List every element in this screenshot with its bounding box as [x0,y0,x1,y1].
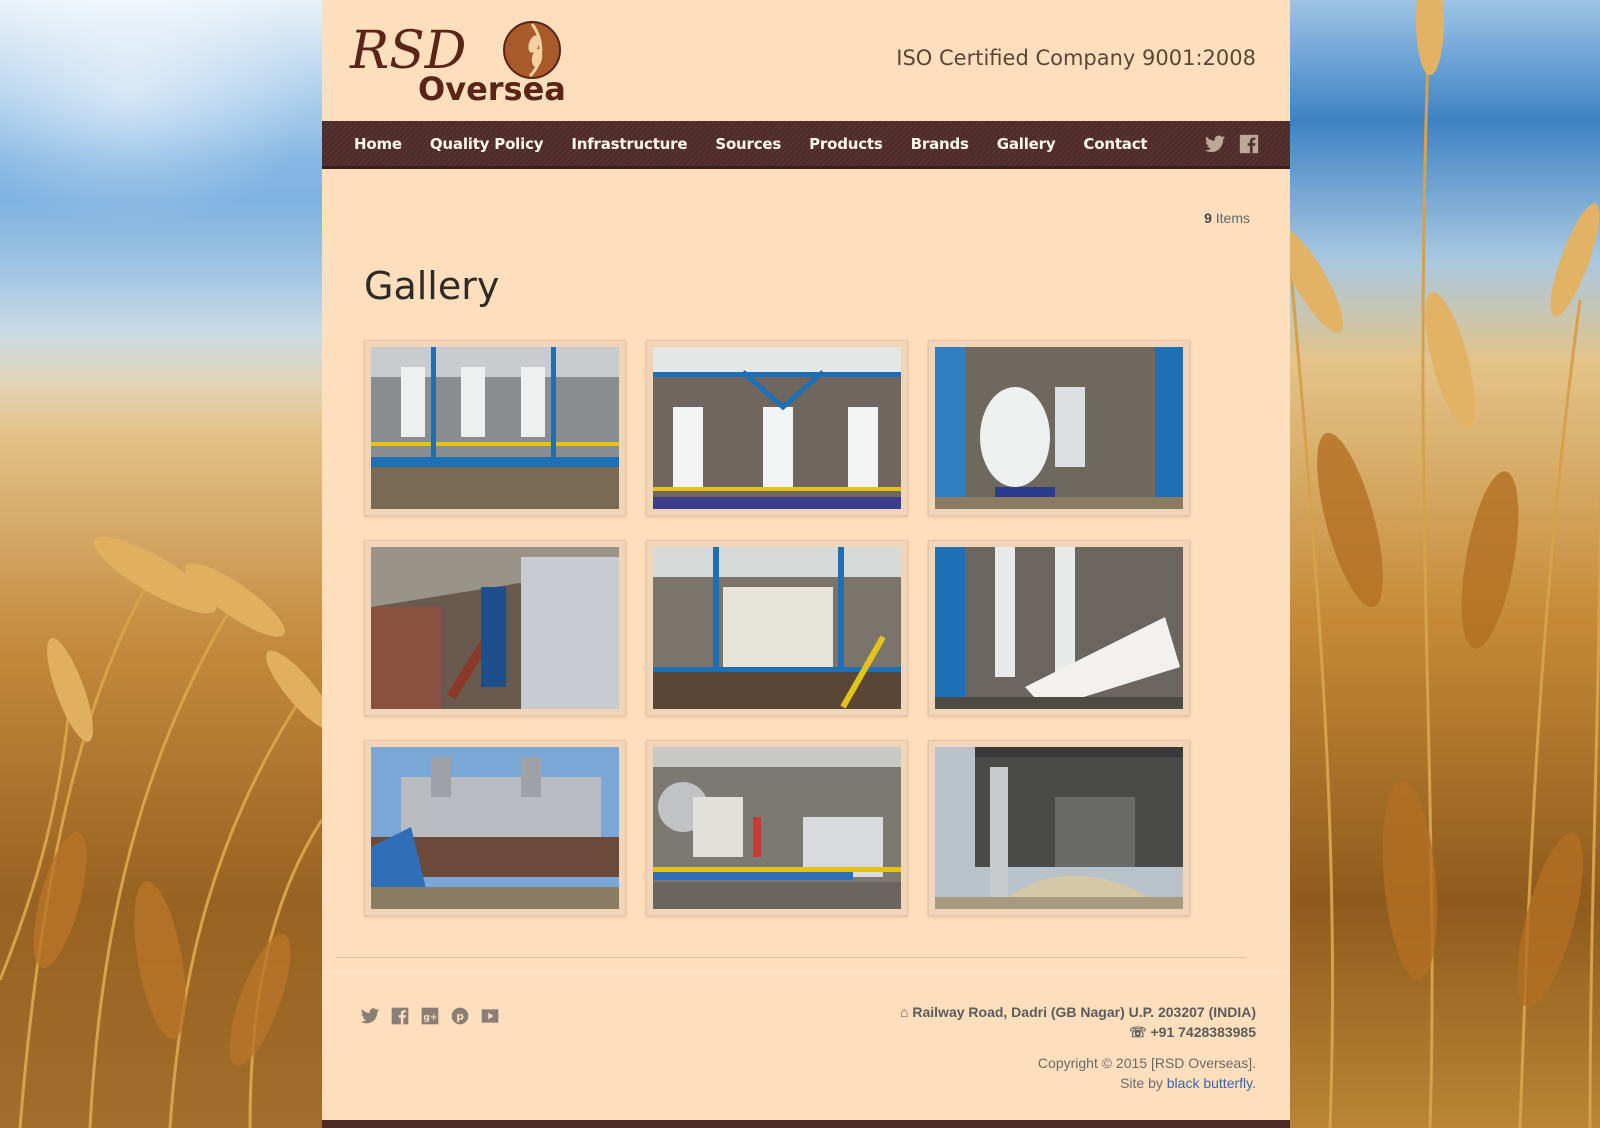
main-navigation: Home Quality Policy Infrastructure Sourc… [322,121,1290,169]
nav-item-sources[interactable]: Sources [701,135,795,153]
phone-text: +91 7428383985 [1150,1024,1257,1040]
gallery-image-8 [653,747,901,909]
nav-item-products[interactable]: Products [795,135,897,153]
copyright: Copyright © 2015 [RSD Overseas]. Site by… [1038,1053,1256,1093]
gallery-image-7 [371,747,619,909]
bottom-bar [322,1120,1290,1128]
nav-item-contact[interactable]: Contact [1069,135,1161,153]
svg-text:g+: g+ [423,1012,437,1023]
address-text: Railway Road, Dadri (GB Nagar) U.P. 2032… [912,1004,1256,1020]
gallery-image-1 [371,347,619,509]
pinterest-icon[interactable]: p [450,1006,470,1026]
wheat-decoration-left [0,280,322,1128]
copyright-text: Copyright © 2015 [RSD Overseas]. [1037,1055,1256,1071]
nav-item-quality-policy[interactable]: Quality Policy [416,135,557,153]
gallery-image-6 [935,547,1183,709]
iso-tagline: ISO Certified Company 9001:2008 [896,46,1256,70]
nav-item-home[interactable]: Home [340,135,416,153]
gallery-image-9 [935,747,1183,909]
twitter-icon[interactable] [1204,133,1226,155]
gallery-image-4 [371,547,619,709]
footer-social-links: g+ p [360,1006,500,1026]
gallery-image-2 [653,347,901,509]
facebook-icon[interactable] [1238,133,1260,155]
gallery-image-3 [935,347,1183,509]
facebook-icon[interactable] [390,1006,410,1026]
page-title: Gallery [364,264,500,308]
nav-item-infrastructure[interactable]: Infrastructure [557,135,701,153]
gallery-thumb-5[interactable] [646,540,908,716]
twitter-icon[interactable] [360,1006,380,1026]
gallery-thumb-4[interactable] [364,540,626,716]
google-plus-icon[interactable]: g+ [420,1006,440,1026]
gallery-thumb-2[interactable] [646,340,908,516]
gallery-thumb-9[interactable] [928,740,1190,916]
site-by-suffix: . [1252,1075,1256,1091]
site-logo[interactable]: RSD Overseas [344,10,564,105]
site-by-prefix: Site by [1120,1075,1167,1091]
footer-divider [336,957,1246,958]
home-icon: ⌂ [900,1004,913,1020]
item-count-label: Items [1211,210,1250,226]
nav-item-brands[interactable]: Brands [897,135,983,153]
site-by-link[interactable]: black butterfly [1167,1075,1252,1091]
page-container: RSD Overseas ISO Certified Company 9001:… [322,0,1290,1128]
contact-info: ⌂ Railway Road, Dadri (GB Nagar) U.P. 20… [900,1002,1256,1042]
svg-text:Overseas: Overseas [418,70,564,105]
gallery-thumb-7[interactable] [364,740,626,916]
item-count-number: 9 [1204,210,1212,226]
item-count: 9 Items [1204,210,1250,226]
gallery-thumb-1[interactable] [364,340,626,516]
svg-text:p: p [456,1010,464,1023]
gallery-thumb-3[interactable] [928,340,1190,516]
footer-divider-highlight [322,971,1290,972]
gallery-thumb-8[interactable] [646,740,908,916]
wheat-decoration-right [1290,0,1600,1128]
nav-item-gallery[interactable]: Gallery [983,135,1070,153]
gallery-thumb-6[interactable] [928,540,1190,716]
phone-icon: ☏ [1129,1024,1151,1040]
gallery-image-5 [653,547,901,709]
youtube-icon[interactable] [480,1006,500,1026]
header: RSD Overseas ISO Certified Company 9001:… [322,0,1290,121]
